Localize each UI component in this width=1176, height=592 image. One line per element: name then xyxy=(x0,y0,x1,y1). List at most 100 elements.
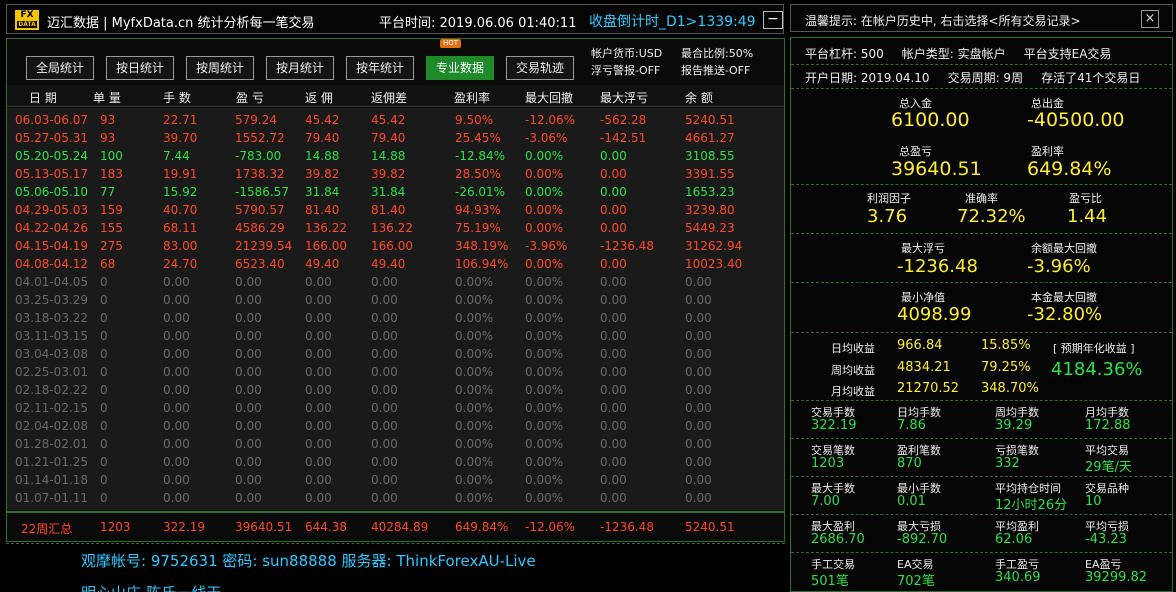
cell-lots: 0.00 xyxy=(163,437,190,451)
cell-pnl: 0.00 xyxy=(235,419,262,433)
cell-max-float-loss: 0.00 xyxy=(600,203,627,217)
cell-rebate-diff: 166.00 xyxy=(371,239,413,253)
cell-lots: 0.00 xyxy=(163,347,190,361)
table-row[interactable]: 01.14-01.18 0 0.00 0.00 0.00 0.00 0.00% 0.00% 0.… xyxy=(7,471,784,489)
summary-balance: 5240.51 xyxy=(685,520,735,534)
table-row[interactable]: 04.08-04.12 68 24.70 6523.40 49.40 49.40 106.9… xyxy=(7,255,784,273)
col-date: 日 期 xyxy=(29,91,57,105)
cell-orders: 183 xyxy=(100,167,123,181)
cell-lots: 0.00 xyxy=(163,383,190,397)
cell-balance: 4661.27 xyxy=(685,131,735,145)
cell-profit-rate: 0.00% xyxy=(455,329,494,343)
cell-rebate: 0.00 xyxy=(305,293,332,307)
metric-value: 7.00 xyxy=(811,494,840,509)
tab-yearly-stats[interactable]: 按年统计 xyxy=(346,56,414,80)
table-row[interactable]: 02.04-02.08 0 0.00 0.00 0.00 0.00 0.00% 0.00% 0.… xyxy=(7,417,784,435)
table-row[interactable]: 04.29-05.03 159 40.70 5790.57 81.40 81.40 94.9… xyxy=(7,201,784,219)
cell-rebate: 81.40 xyxy=(305,203,340,217)
tab-global-stats[interactable]: 全局统计 xyxy=(26,56,94,80)
monthly-avg-label: 月均收益 xyxy=(831,385,875,398)
cell-rebate-diff: 0.00 xyxy=(371,491,398,505)
table-row[interactable]: 01.07-01.11 0 0.00 0.00 0.00 0.00 0.00% 0.00% 0.… xyxy=(7,489,784,507)
tab-daily-stats[interactable]: 按日统计 xyxy=(106,56,174,80)
cell-date: 02.11-02.15 xyxy=(15,401,89,415)
table-row[interactable]: 02.11-02.15 0 0.00 0.00 0.00 0.00 0.00% 0.00% 0.… xyxy=(7,399,784,417)
cell-max-drawdown: 0.00% xyxy=(525,347,564,361)
profit-value: 39640.51 xyxy=(891,158,982,180)
tab-weekly-stats[interactable]: 按周统计 xyxy=(186,56,254,80)
report-push[interactable]: 报告推送-OFF xyxy=(681,62,753,79)
cell-max-float-loss: 0.00 xyxy=(600,437,627,451)
min-net-value: 4098.99 xyxy=(897,304,972,325)
cell-lots: 15.92 xyxy=(163,185,198,199)
cell-profit-rate: 0.00% xyxy=(455,473,494,487)
fx-data-logo: FX DATA xyxy=(15,10,39,30)
cell-max-drawdown: 0.00% xyxy=(525,203,564,217)
cell-pnl: 0.00 xyxy=(235,365,262,379)
col-profit-rate: 盈利率 xyxy=(454,91,491,105)
metric-value: 12小时26分 xyxy=(995,498,1068,513)
info-line-1: 平台杠杆: 500 帐户类型: 实盘帐户 平台支持EA交易 xyxy=(805,47,1112,61)
account-currency: 帐户货币:USD xyxy=(591,47,663,60)
cell-balance: 0.00 xyxy=(685,401,712,415)
daily-avg-label: 日均收益 xyxy=(831,342,875,355)
cell-rebate-diff: 0.00 xyxy=(371,365,398,379)
cell-lots: 0.00 xyxy=(163,473,190,487)
cell-rebate: 0.00 xyxy=(305,473,332,487)
cell-lots: 24.70 xyxy=(163,257,198,271)
tab-pro-data[interactable]: 专业数据 xyxy=(426,56,494,80)
cell-pnl: -783.00 xyxy=(235,149,282,163)
cell-max-drawdown: 0.00% xyxy=(525,419,564,433)
cell-max-float-loss: -562.28 xyxy=(600,113,647,127)
cell-rebate: 0.00 xyxy=(305,455,332,469)
cell-balance: 0.00 xyxy=(685,347,712,361)
cell-profit-rate: 0.00% xyxy=(455,491,494,505)
table-row[interactable]: 03.11-03.15 0 0.00 0.00 0.00 0.00 0.00% 0.00% 0.… xyxy=(7,327,784,345)
table-row[interactable]: 04.01-04.05 0 0.00 0.00 0.00 0.00 0.00% 0.00% 0.… xyxy=(7,273,784,291)
metric-value: 322.19 xyxy=(811,418,857,433)
table-row[interactable]: 03.18-03.22 0 0.00 0.00 0.00 0.00 0.00% 0.00% 0.… xyxy=(7,309,784,327)
pl-ratio-value: 1.44 xyxy=(1067,206,1108,227)
cell-orders: 0 xyxy=(100,347,108,361)
table-row[interactable]: 05.13-05.17 183 19.91 1738.32 39.82 39.82 28.5… xyxy=(7,165,784,183)
table-row[interactable]: 01.28-02.01 0 0.00 0.00 0.00 0.00 0.00% 0.00% 0.… xyxy=(7,435,784,453)
weekly-table-body: 06.03-06.07 93 22.71 579.24 45.42 45.42 9.50% -… xyxy=(7,108,784,510)
table-row[interactable]: 04.22-04.26 155 68.11 4586.29 136.22 136.22 75… xyxy=(7,219,784,237)
cell-pnl: 6523.40 xyxy=(235,257,285,271)
cell-max-drawdown: 0.00% xyxy=(525,185,564,199)
table-row[interactable]: 05.06-05.10 77 15.92 -1586.57 31.84 31.84 -26.… xyxy=(7,183,784,201)
summary-profit-rate: 649.84% xyxy=(455,520,509,534)
close-button[interactable]: × xyxy=(1141,10,1159,28)
table-row[interactable]: 03.25-03.29 0 0.00 0.00 0.00 0.00 0.00% 0.00% 0.… xyxy=(7,291,784,309)
cell-pnl: 0.00 xyxy=(235,311,262,325)
cell-lots: 0.00 xyxy=(163,365,190,379)
tab-monthly-stats[interactable]: 按月统计 xyxy=(266,56,334,80)
cell-rebate-diff: 0.00 xyxy=(371,311,398,325)
cell-max-float-loss: 0.00 xyxy=(600,473,627,487)
cell-orders: 0 xyxy=(100,275,108,289)
table-row[interactable]: 04.15-04.19 275 83.00 21239.54 166.00 166.00 3… xyxy=(7,237,784,255)
cell-pnl: 0.00 xyxy=(235,491,262,505)
table-row[interactable]: 01.21-01.25 0 0.00 0.00 0.00 0.00 0.00% 0.00% 0.… xyxy=(7,453,784,471)
table-row[interactable]: 06.03-06.07 93 22.71 579.24 45.42 45.42 9.50% -… xyxy=(7,111,784,129)
table-row[interactable]: 02.25-03.01 0 0.00 0.00 0.00 0.00 0.00% 0.00% 0.… xyxy=(7,363,784,381)
metric-value: 172.88 xyxy=(1085,418,1131,433)
cell-date: 04.08-04.12 xyxy=(15,257,89,271)
table-row[interactable]: 05.27-05.31 93 39.70 1552.72 79.40 79.40 25.45… xyxy=(7,129,784,147)
minimize-button[interactable]: − xyxy=(763,11,783,29)
cell-lots: 7.44 xyxy=(163,149,190,163)
table-row[interactable]: 02.18-02.22 0 0.00 0.00 0.00 0.00 0.00% 0.00% 0.… xyxy=(7,381,784,399)
projected-label: [ 预期年化收益 ] xyxy=(1053,342,1135,355)
cell-max-float-loss: 0.00 xyxy=(600,311,627,325)
cell-max-drawdown: 0.00% xyxy=(525,221,564,235)
cell-lots: 40.70 xyxy=(163,203,198,217)
table-row[interactable]: 05.20-05.24 100 7.44 -783.00 14.88 14.88 -12.8… xyxy=(7,147,784,165)
cell-profit-rate: 75.19% xyxy=(455,221,501,235)
tab-trade-track[interactable]: 交易轨迹 xyxy=(506,56,574,80)
cell-date: 01.07-01.11 xyxy=(15,491,89,505)
floating-alert[interactable]: 浮亏警报-OFF xyxy=(591,62,662,79)
table-row[interactable]: 03.04-03.08 0 0.00 0.00 0.00 0.00 0.00% 0.00% 0.… xyxy=(7,345,784,363)
col-orders: 单 量 xyxy=(93,91,121,105)
cell-rebate: 166.00 xyxy=(305,239,347,253)
footer: 观摩帐号: 9752631 密码: sun88888 服务器: ThinkFor… xyxy=(6,543,785,592)
